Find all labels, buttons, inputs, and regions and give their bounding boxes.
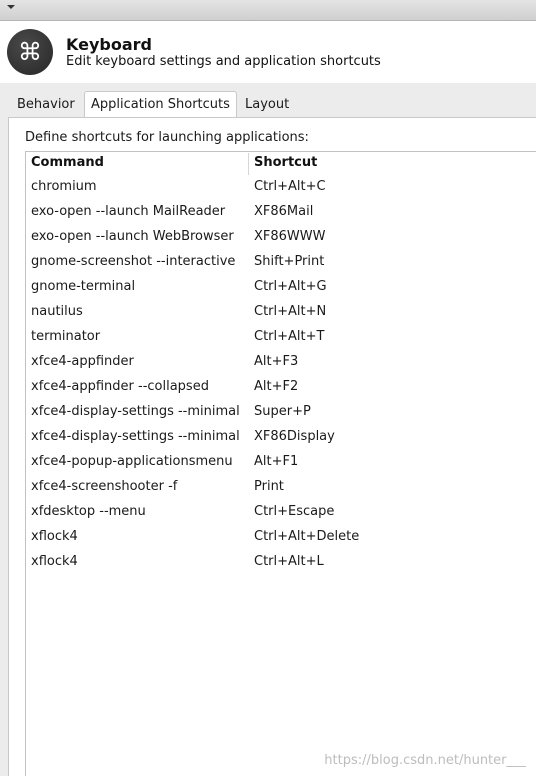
command-cell: xfce4-screenshooter -f — [31, 479, 178, 494]
shortcut-cell: Print — [254, 479, 284, 494]
command-cell: exo-open --launch WebBrowser — [31, 229, 234, 244]
shortcut-cell: Alt+F1 — [254, 454, 299, 469]
window-menu-arrow-icon[interactable] — [7, 5, 15, 9]
command-cell: xfce4-display-settings --minimal — [31, 404, 240, 419]
shortcut-cell: Ctrl+Alt+L — [254, 554, 324, 569]
shortcut-cell: Ctrl+Alt+Delete — [254, 529, 360, 544]
command-cell: chromium — [31, 179, 97, 194]
watermark: https://blog.csdn.net/hunter___ — [324, 753, 526, 768]
table-row[interactable]: xflock4 Ctrl+Alt+L — [26, 551, 536, 576]
shortcut-cell: Super+P — [254, 404, 311, 419]
column-header-command[interactable]: Command — [31, 155, 104, 170]
table-row[interactable]: xfce4-screenshooter -f Print — [26, 476, 536, 501]
table-row[interactable]: nautilus Ctrl+Alt+N — [26, 301, 536, 326]
command-cell: nautilus — [31, 304, 83, 319]
column-separator[interactable] — [248, 153, 249, 175]
table-row[interactable]: exo-open --launch WebBrowser XF86WWW — [26, 226, 536, 251]
shortcut-cell: Ctrl+Alt+T — [254, 329, 325, 344]
shortcuts-table[interactable]: Command Shortcut chromium Ctrl+Alt+C exo-o… — [25, 151, 536, 776]
command-cell: xflock4 — [31, 529, 78, 544]
dialog-header: ⌘ Keyboard Edit keyboard settings and ap… — [0, 21, 536, 83]
shortcut-cell: XF86Display — [254, 429, 335, 444]
shortcut-cell: XF86Mail — [254, 204, 314, 219]
dialog-subtitle: Edit keyboard settings and application s… — [66, 54, 381, 69]
table-row[interactable]: xfce4-appfinder Alt+F3 — [26, 351, 536, 376]
table-row[interactable]: xfce4-display-settings --minimal XF86Disp… — [26, 426, 536, 451]
shortcut-cell: Shift+Print — [254, 254, 325, 269]
tab-behavior[interactable]: Behavior — [17, 92, 75, 118]
shortcut-cell: Ctrl+Alt+C — [254, 179, 326, 194]
command-cell: xfce4-appfinder --collapsed — [31, 379, 209, 394]
tab-application-shortcuts[interactable]: Application Shortcuts — [84, 91, 237, 119]
window-top-strip — [0, 0, 536, 21]
command-cell: xfce4-display-settings --minimal — [31, 429, 240, 444]
table-row[interactable]: gnome-terminal Ctrl+Alt+G — [26, 276, 536, 301]
tab-layout[interactable]: Layout — [245, 92, 289, 118]
keyboard-command-icon: ⌘ — [7, 29, 53, 75]
command-cell: xfce4-appfinder — [31, 354, 134, 369]
command-cell: xflock4 — [31, 554, 78, 569]
table-row[interactable]: terminator Ctrl+Alt+T — [26, 326, 536, 351]
table-row[interactable]: gnome-screenshot --interactive Shift+Prin… — [26, 251, 536, 276]
command-cell: terminator — [31, 329, 101, 344]
shortcut-cell: Alt+F2 — [254, 379, 299, 394]
table-row[interactable]: chromium Ctrl+Alt+C — [26, 176, 536, 201]
table-row[interactable]: xfce4-display-settings --minimal Super+P — [26, 401, 536, 426]
command-cell: gnome-terminal — [31, 279, 136, 294]
column-header-shortcut[interactable]: Shortcut — [254, 155, 317, 170]
table-row[interactable]: xfce4-appfinder --collapsed Alt+F2 — [26, 376, 536, 401]
shortcut-cell: Ctrl+Alt+N — [254, 304, 327, 319]
dialog-title: Keyboard — [66, 35, 152, 54]
table-header: Command Shortcut — [26, 152, 536, 176]
shortcuts-description: Define shortcuts for launching applicati… — [25, 130, 309, 145]
shortcut-cell: Ctrl+Escape — [254, 504, 335, 519]
shortcut-cell: XF86WWW — [254, 229, 326, 244]
command-cell: exo-open --launch MailReader — [31, 204, 226, 219]
tab-bar: Behavior Application Shortcuts Layout — [0, 91, 536, 119]
table-row[interactable]: xflock4 Ctrl+Alt+Delete — [26, 526, 536, 551]
command-cell: xfce4-popup-applicationsmenu — [31, 454, 233, 469]
shortcut-cell: Alt+F3 — [254, 354, 299, 369]
shortcut-cell: Ctrl+Alt+G — [254, 279, 327, 294]
table-row[interactable]: xfdesktop --menu Ctrl+Escape — [26, 501, 536, 526]
command-cell: xfdesktop --menu — [31, 504, 146, 519]
command-cell: gnome-screenshot --interactive — [31, 254, 236, 269]
table-row[interactable]: xfce4-popup-applicationsmenu Alt+F1 — [26, 451, 536, 476]
table-row[interactable]: exo-open --launch MailReader XF86Mail — [26, 201, 536, 226]
keyboard-settings-window: ⌘ Keyboard Edit keyboard settings and ap… — [0, 0, 536, 776]
